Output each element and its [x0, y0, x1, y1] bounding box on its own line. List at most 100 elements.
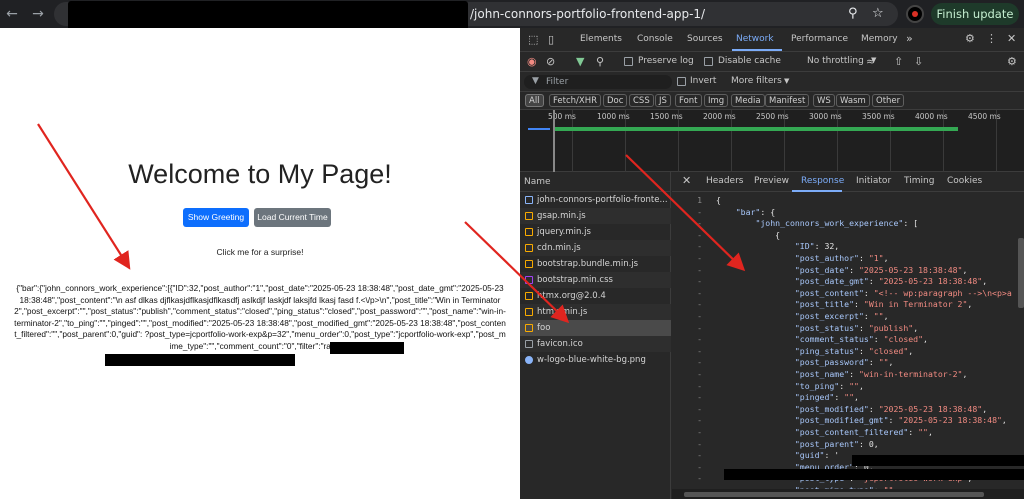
- chip-other[interactable]: Other: [872, 94, 905, 107]
- chip-css[interactable]: CSS: [629, 94, 654, 107]
- timeline-tick: 1000 ms: [597, 112, 630, 121]
- close-icon[interactable]: ✕: [1007, 32, 1016, 45]
- tab-elements[interactable]: Elements: [580, 34, 622, 44]
- download-icon[interactable]: ⇩: [914, 55, 923, 68]
- code-line: - "ID": 32,: [672, 241, 1024, 253]
- active-tab-indicator: [732, 49, 782, 51]
- more-filters-button[interactable]: More filters: [731, 76, 782, 86]
- code-line: - "post_excerpt": "",: [672, 311, 1024, 323]
- chip-manifest[interactable]: Manifest: [765, 94, 810, 107]
- tab-network[interactable]: Network: [736, 34, 774, 44]
- name-column-header[interactable]: Name: [520, 172, 671, 192]
- request-row[interactable]: jquery.min.js: [520, 224, 671, 240]
- line-number: -: [697, 403, 702, 414]
- url-text: /john-connors-portfolio-frontend-app-1/: [470, 7, 706, 21]
- code-text: {: [716, 229, 781, 240]
- chip-ws[interactable]: WS: [813, 94, 835, 107]
- bookmark-star-icon[interactable]: ☆: [872, 6, 884, 21]
- chip-js[interactable]: JS: [655, 94, 671, 107]
- clear-icon[interactable]: ⊘: [546, 55, 555, 68]
- close-detail-icon[interactable]: ✕: [682, 174, 691, 187]
- device-toolbar-icon[interactable]: ▯: [548, 33, 554, 46]
- code-text: "guid": ': [794, 450, 840, 461]
- timeline-bar: [528, 128, 550, 130]
- request-row[interactable]: cdn.min.js: [520, 240, 671, 256]
- preserve-log-checkbox[interactable]: [624, 57, 633, 66]
- kebab-menu-icon[interactable]: ⋮: [986, 32, 997, 45]
- chip-media[interactable]: Media: [731, 94, 765, 107]
- request-name: htmx.min.js: [537, 307, 588, 317]
- tab-headers[interactable]: Headers: [706, 176, 743, 186]
- wifi-icon[interactable]: ≈: [866, 55, 875, 68]
- search-icon[interactable]: ⚲: [596, 55, 604, 68]
- code-line: - "post_author": "1",: [672, 253, 1024, 265]
- invert-checkbox[interactable]: [677, 77, 686, 86]
- zoom-icon[interactable]: ⚲: [848, 6, 858, 21]
- tab-performance[interactable]: Performance: [791, 34, 848, 44]
- doc-icon: [525, 196, 533, 204]
- gear-icon[interactable]: ⚙: [965, 32, 975, 45]
- code-line: - "pinged": "",: [672, 392, 1024, 404]
- script-icon: [525, 260, 533, 268]
- response-body[interactable]: 1{- "bar": {- "john_connors_work_experie…: [672, 192, 1024, 489]
- extension-icon[interactable]: [906, 5, 924, 23]
- request-name: john-connors-portfolio-fronte...: [537, 195, 668, 205]
- finish-update-button[interactable]: Finish update: [931, 3, 1019, 25]
- timeline-tick: 2500 ms: [756, 112, 789, 121]
- tab-console[interactable]: Console: [637, 34, 673, 44]
- devtools-tabbar: ⬚ ▯ Elements Console Sources Network Per…: [520, 28, 1024, 52]
- filter-icon[interactable]: ▼: [576, 55, 584, 68]
- line-number: -: [697, 311, 702, 321]
- vertical-scrollbar[interactable]: [1018, 238, 1024, 308]
- request-name: cdn.min.js: [537, 243, 581, 253]
- chip-wasm[interactable]: Wasm: [836, 94, 870, 107]
- tab-preview[interactable]: Preview: [754, 176, 789, 186]
- timeline-bar: [554, 127, 958, 131]
- record-icon[interactable]: ◉: [527, 55, 537, 68]
- filter-bar: ▼ Filter Invert More filters ▼: [520, 72, 1024, 92]
- tab-timing[interactable]: Timing: [904, 176, 934, 186]
- request-row[interactable]: bootstrap.min.css: [520, 272, 671, 288]
- network-settings-icon[interactable]: ⚙: [1007, 55, 1017, 68]
- code-text: "bar": {: [735, 206, 776, 217]
- request-row[interactable]: foo: [520, 320, 671, 336]
- back-icon[interactable]: ←: [2, 4, 22, 24]
- load-current-time-button[interactable]: Load Current Time: [254, 208, 331, 227]
- request-row[interactable]: w-logo-blue-white-bg.png: [520, 352, 671, 368]
- code-line: - "post_date": "2025-05-23 18:38:48",: [672, 265, 1024, 277]
- surprise-text[interactable]: Click me for a surprise!: [0, 247, 520, 257]
- filter-input[interactable]: ▼ Filter: [524, 75, 672, 89]
- request-name: jquery.min.js: [537, 227, 591, 237]
- horizontal-scrollbar[interactable]: [672, 489, 1024, 499]
- tab-cookies[interactable]: Cookies: [947, 176, 982, 186]
- tab-response[interactable]: Response: [801, 176, 844, 186]
- code-text: "pinged": "",: [794, 392, 859, 403]
- request-row[interactable]: gsap.min.js: [520, 208, 671, 224]
- chip-font[interactable]: Font: [675, 94, 702, 107]
- upload-icon[interactable]: ⇧: [894, 55, 903, 68]
- line-number: -: [697, 392, 702, 403]
- tab-sources[interactable]: Sources: [687, 34, 723, 44]
- request-row[interactable]: bootstrap.bundle.min.js: [520, 256, 671, 272]
- timeline-selection-handle[interactable]: [553, 110, 555, 172]
- request-row[interactable]: htmx.min.js: [520, 304, 671, 320]
- disable-cache-checkbox[interactable]: [704, 57, 713, 66]
- request-row[interactable]: htmx.org@2.0.4: [520, 288, 671, 304]
- show-greeting-button[interactable]: Show Greeting: [183, 208, 249, 227]
- tab-memory[interactable]: Memory: [861, 34, 898, 44]
- inspect-icon[interactable]: ⬚: [528, 33, 538, 46]
- line-number: -: [697, 241, 702, 252]
- chip-img[interactable]: Img: [704, 94, 729, 107]
- code-line: - {: [672, 230, 1024, 242]
- chip-doc[interactable]: Doc: [603, 94, 628, 107]
- timeline-overview[interactable]: 500 ms 1000 ms 1500 ms 2000 ms 2500 ms 3…: [520, 110, 1024, 172]
- request-name: foo: [537, 323, 551, 333]
- more-tabs-icon[interactable]: »: [906, 32, 913, 45]
- request-row[interactable]: favicon.ico: [520, 336, 671, 352]
- chip-all[interactable]: All: [525, 94, 544, 107]
- request-row[interactable]: john-connors-portfolio-fronte...: [520, 192, 671, 208]
- tab-initiator[interactable]: Initiator: [856, 176, 891, 186]
- chip-fetch-xhr[interactable]: Fetch/XHR: [549, 94, 602, 107]
- forward-icon[interactable]: →: [28, 4, 48, 24]
- request-name: htmx.org@2.0.4: [537, 291, 606, 301]
